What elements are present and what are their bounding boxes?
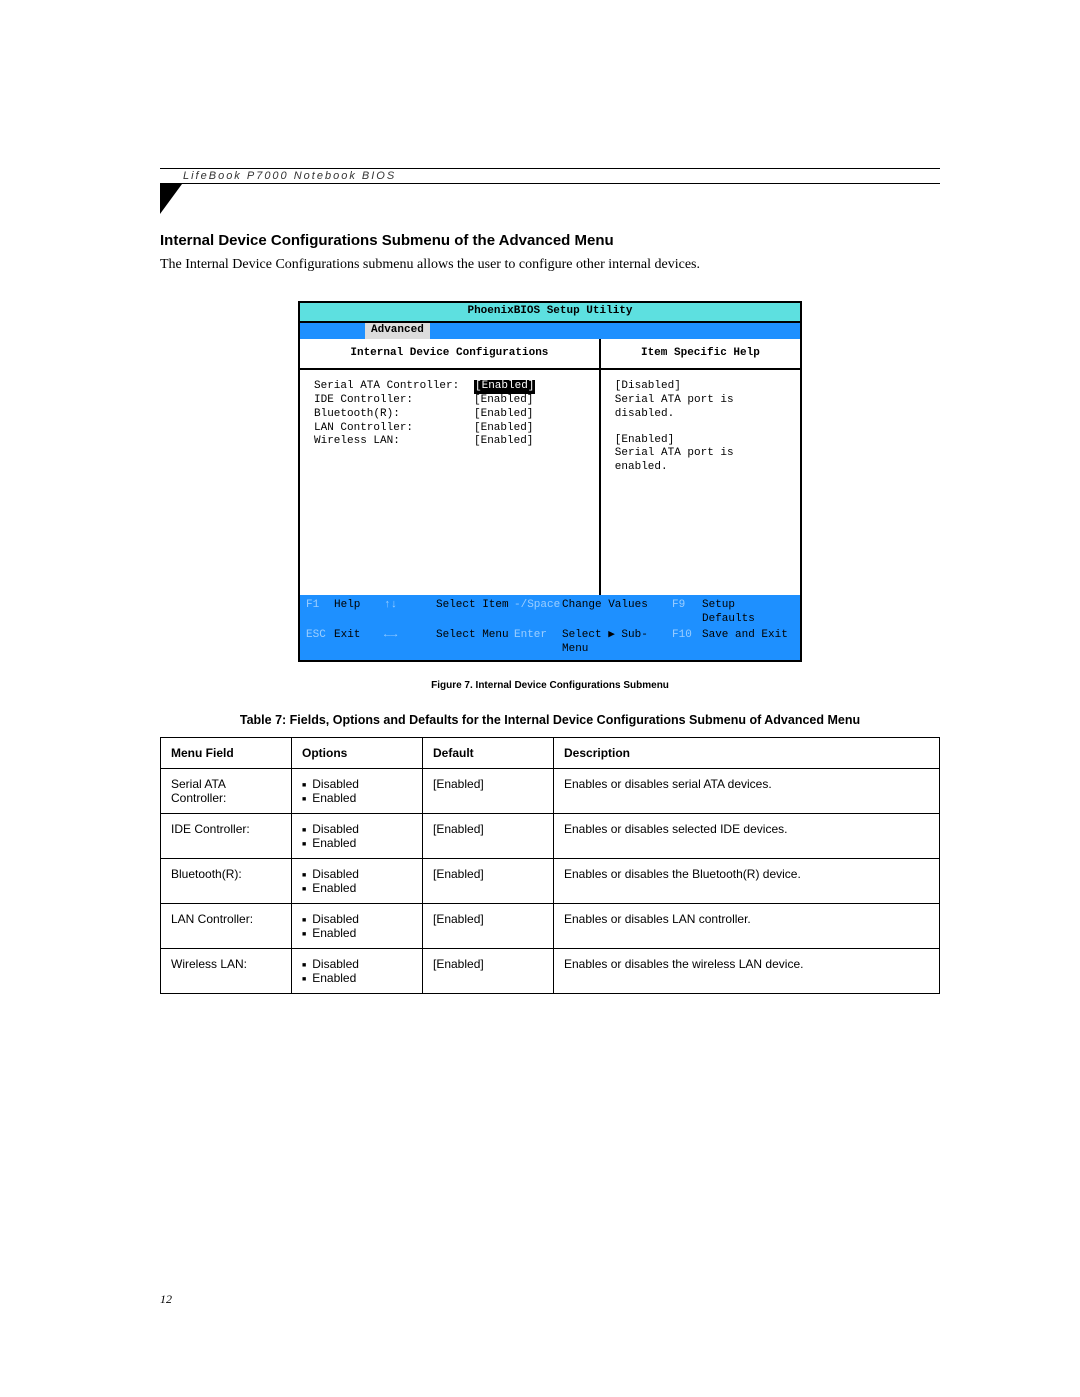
bios-tab-advanced[interactable]: Advanced [365,323,430,339]
key-label: Setup Defaults [702,599,794,627]
setting-row: Serial ATA Controller:[Enabled] [314,380,585,394]
key-hint: ESC [306,629,334,657]
key-label: Change Values [562,599,672,627]
cell-options: DisabledEnabled [292,814,423,859]
cell-description: Enables or disables selected IDE devices… [554,814,940,859]
intro-text: The Internal Device Configurations subme… [160,257,940,273]
help-block1-title: [Disabled] [615,380,786,394]
th-description: Description [554,738,940,769]
key-label: Select Item [436,599,514,627]
bios-left-heading: Internal Device Configurations [300,339,599,371]
cell-default: [Enabled] [423,859,554,904]
key-hint: ←→ [384,629,436,657]
running-head: LifeBook P7000 Notebook BIOS [183,170,396,182]
setting-value[interactable]: [Enabled] [474,408,533,422]
cell-default: [Enabled] [423,904,554,949]
cell-description: Enables or disables serial ATA devices. [554,769,940,814]
table-row: IDE Controller: DisabledEnabled [Enabled… [161,814,940,859]
cell-options: DisabledEnabled [292,904,423,949]
key-label: Exit [334,629,384,657]
bios-footer: F1 Help ↑↓ Select Item -/Space Change Va… [300,595,800,660]
help-block2-title: [Enabled] [615,434,786,448]
table-row: LAN Controller: DisabledEnabled [Enabled… [161,904,940,949]
key-hint: -/Space [514,599,562,627]
key-hint: F9 [672,599,702,627]
help-block2-text: Serial ATA port is enabled. [615,447,786,475]
bios-help-panel: [Disabled] Serial ATA port is disabled. … [601,370,800,595]
cell-default: [Enabled] [423,814,554,859]
cell-field: IDE Controller: [161,814,292,859]
cell-field: Bluetooth(R): [161,859,292,904]
cell-default: [Enabled] [423,949,554,994]
setting-value[interactable]: [Enabled] [474,435,533,449]
key-hint: F1 [306,599,334,627]
cell-default: [Enabled] [423,769,554,814]
setting-value-selected[interactable]: [Enabled] [474,380,535,394]
setting-row: Bluetooth(R):[Enabled] [314,408,585,422]
page-number: 12 [160,1292,172,1307]
key-hint: ↑↓ [384,599,436,627]
cell-options: DisabledEnabled [292,769,423,814]
cell-options: DisabledEnabled [292,949,423,994]
key-hint: F10 [672,629,702,657]
bios-screenshot: PhoenixBIOS Setup Utility Advanced Inter… [298,301,802,662]
key-label: Select ▶ Sub-Menu [562,629,672,657]
cell-field: LAN Controller: [161,904,292,949]
figure-caption: Figure 7. Internal Device Configurations… [160,680,940,691]
setting-row: IDE Controller:[Enabled] [314,394,585,408]
cell-description: Enables or disables LAN controller. [554,904,940,949]
th-default: Default [423,738,554,769]
table-title: Table 7: Fields, Options and Defaults fo… [160,713,940,727]
bios-title: PhoenixBIOS Setup Utility [300,303,800,323]
key-hint: Enter [514,629,562,657]
help-block1-text: Serial ATA port is disabled. [615,394,786,422]
bios-tab-row: Advanced [300,323,800,339]
th-menu-field: Menu Field [161,738,292,769]
bios-settings-panel: Serial ATA Controller:[Enabled] IDE Cont… [300,370,599,595]
key-label: Help [334,599,384,627]
key-label: Save and Exit [702,629,794,657]
th-options: Options [292,738,423,769]
setting-row: LAN Controller:[Enabled] [314,422,585,436]
fields-table: Menu Field Options Default Description S… [160,737,940,994]
table-row: Bluetooth(R): DisabledEnabled [Enabled] … [161,859,940,904]
table-row: Wireless LAN: DisabledEnabled [Enabled] … [161,949,940,994]
section-title: Internal Device Configurations Submenu o… [160,232,940,249]
table-row: Serial ATA Controller: DisabledEnabled [… [161,769,940,814]
cell-options: DisabledEnabled [292,859,423,904]
setting-row: Wireless LAN:[Enabled] [314,435,585,449]
cell-description: Enables or disables the Bluetooth(R) dev… [554,859,940,904]
setting-value[interactable]: [Enabled] [474,394,533,408]
bios-right-heading: Item Specific Help [601,339,800,371]
setting-value[interactable]: [Enabled] [474,422,533,436]
key-label: Select Menu [436,629,514,657]
cell-field: Wireless LAN: [161,949,292,994]
cell-description: Enables or disables the wireless LAN dev… [554,949,940,994]
cell-field: Serial ATA Controller: [161,769,292,814]
